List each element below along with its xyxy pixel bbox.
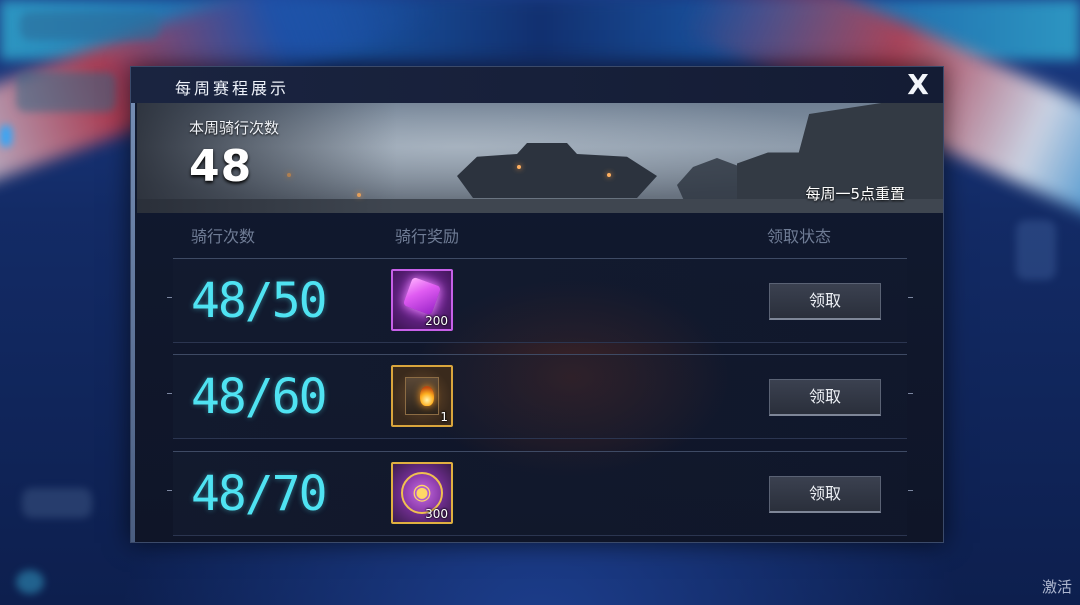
column-header-reward: 骑行奖励 [395,227,460,246]
claim-button[interactable]: 领取 [769,476,881,513]
weekly-banner: 本周骑行次数 48 每周一5点重置 [137,103,943,213]
ride-progress: 48/60 [191,369,327,425]
reward-quantity: 1 [440,410,448,424]
purple-gem-icon [402,276,442,316]
reward-row: 48/50 200 领取 [167,258,913,343]
reset-note: 每周一5点重置 [805,185,905,203]
reward-item[interactable]: ◉ 300 [391,462,453,524]
claim-button[interactable]: 领取 [769,283,881,320]
reward-item[interactable]: 1 [391,365,453,427]
reward-item[interactable]: 200 [391,269,453,331]
weekly-schedule-dialog: 每周赛程展示 X 本周骑行次数 48 每周一5点重置 骑行次数 骑行奖励 领取状… [130,66,944,543]
dialog-titlebar: 每周赛程展示 X [131,67,943,103]
dialog-title: 每周赛程展示 [175,79,290,98]
reward-row: 48/60 1 领取 [167,354,913,439]
weekly-ride-count-value: 48 [189,141,253,192]
ride-progress: 48/70 [191,466,327,522]
claim-button[interactable]: 领取 [769,379,881,416]
fire-crate-icon [405,377,439,415]
weekly-ride-count-label: 本周骑行次数 [189,119,280,137]
column-header-ride-count: 骑行次数 [191,227,256,246]
ride-progress: 48/50 [191,273,327,329]
reward-row: 48/70 ◉ 300 领取 [167,451,913,536]
column-header-claim-status: 领取状态 [767,227,832,246]
watermark-text: 激活 [1041,578,1072,596]
reward-quantity: 300 [425,507,448,521]
reward-quantity: 200 [425,314,448,328]
close-icon[interactable]: X [901,69,935,101]
